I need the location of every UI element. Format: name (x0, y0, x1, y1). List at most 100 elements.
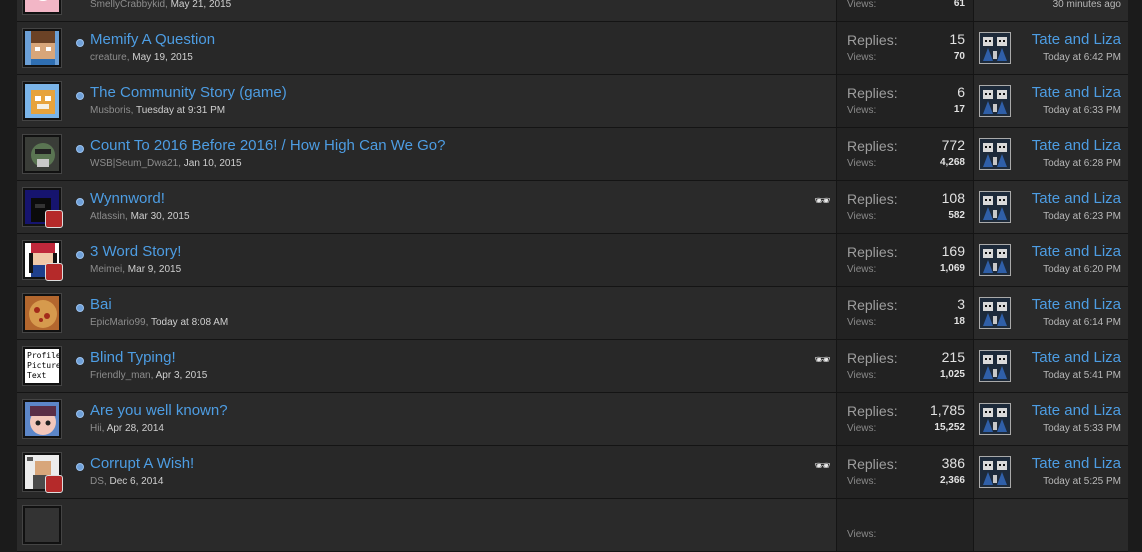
thread-author-link[interactable]: SmellyCrabbykid (90, 0, 165, 10)
last-poster-avatar[interactable] (979, 403, 1011, 435)
glasses-icon: 🕶 (814, 352, 830, 367)
thread-starter-avatar[interactable]: Profile Picture Text (22, 346, 62, 386)
last-poster-link[interactable]: Tate and Liza (1032, 31, 1121, 48)
replies-count: 6 (957, 84, 965, 100)
thread-stats: Replies: 1,785 Views: 15,252 (836, 393, 974, 445)
last-poster-link[interactable]: Tate and Liza (1032, 455, 1121, 472)
thread-starter-avatar[interactable] (22, 81, 62, 121)
last-post-date[interactable]: Today at 6:28 PM (1043, 158, 1121, 169)
thread-list: SmellyCrabbykid, May 21, 2015 Views: 61 … (17, 0, 1128, 552)
thread-stats: Replies: 108 Views: 582 (836, 181, 974, 233)
thread-starter-avatar[interactable] (22, 240, 63, 281)
thread-title-link[interactable]: Count To 2016 Before 2016! / How High Ca… (90, 137, 446, 154)
thread-stats: Replies: 215 Views: 1,025 (836, 340, 974, 392)
last-post-date[interactable]: Today at 5:33 PM (1043, 423, 1121, 434)
last-poster-link[interactable]: Tate and Liza (1032, 296, 1121, 313)
thread-row: Profile Picture Text Blind Typing! Frien… (17, 340, 1128, 393)
thread-row: The Community Story (game) Musboris, Tue… (17, 75, 1128, 128)
thread-title-link[interactable]: The Community Story (game) (90, 84, 287, 101)
thread-author-link[interactable]: creature (90, 52, 127, 63)
thread-title-link[interactable]: 3 Word Story! (90, 243, 181, 260)
thread-start-date: Dec 6, 2014 (109, 476, 164, 487)
thread-title-link[interactable]: Are you well known? (90, 402, 228, 419)
thread-author-link[interactable]: Hii (90, 423, 102, 434)
last-poster-link[interactable]: Tate and Liza (1032, 349, 1121, 366)
thread-author-link[interactable]: Musboris (90, 105, 131, 116)
thread-stats: Replies: 15 Views: 70 (836, 22, 974, 74)
views-count: 15,252 (934, 422, 965, 433)
thread-author-link[interactable]: DS (90, 476, 104, 487)
badge-icon (45, 263, 63, 281)
last-post-date[interactable]: Today at 6:20 PM (1043, 264, 1121, 275)
views-count: 1,025 (939, 369, 965, 380)
views-label: Views: (847, 317, 877, 328)
replies-count: 108 (941, 190, 965, 206)
views-count: 1,069 (939, 263, 965, 274)
thread-title-link[interactable]: Bai (90, 296, 112, 313)
unread-dot-icon (76, 39, 84, 47)
replies-label: Replies: (847, 138, 898, 154)
thread-author-link[interactable]: Atlassin (90, 211, 125, 222)
badge-icon (45, 475, 63, 493)
last-post-date[interactable]: 30 minutes ago (1053, 0, 1121, 10)
thread-meta: WSB|Seum_Dwa21, Jan 10, 2015 (90, 158, 242, 169)
thread-author-link[interactable]: Friendly_man (90, 370, 151, 381)
thread-title-link[interactable]: Wynnword! (90, 190, 165, 207)
views-count: 17 (953, 104, 965, 115)
thread-meta: Hii, Apr 28, 2014 (90, 423, 164, 434)
last-poster-link[interactable]: Tate and Liza (1032, 190, 1121, 207)
thread-author-link[interactable]: WSB|Seum_Dwa21 (90, 158, 178, 169)
thread-starter-avatar[interactable] (22, 452, 63, 493)
last-post-date[interactable]: Today at 6:42 PM (1043, 52, 1121, 63)
replies-label: Replies: (847, 191, 898, 207)
thread-stats: Replies: 6 Views: 17 (836, 75, 974, 127)
last-poster-link[interactable]: Tate and Liza (1032, 137, 1121, 154)
avatar-image (25, 508, 59, 542)
replies-count: 3 (957, 296, 965, 312)
thread-start-date: May 19, 2015 (132, 52, 193, 63)
thread-title-link[interactable]: Corrupt A Wish! (90, 455, 194, 472)
views-label: Views: (847, 423, 877, 434)
thread-starter-avatar[interactable] (22, 399, 62, 439)
last-post-date[interactable]: Today at 5:41 PM (1043, 370, 1121, 381)
replies-label: Replies: (847, 85, 898, 101)
last-poster-avatar[interactable] (979, 32, 1011, 64)
thread-starter-avatar[interactable] (22, 0, 62, 15)
last-poster-avatar[interactable] (979, 350, 1011, 382)
last-post-date[interactable]: Today at 6:14 PM (1043, 317, 1121, 328)
thread-starter-avatar[interactable] (22, 134, 62, 174)
last-post-date[interactable]: Today at 5:25 PM (1043, 476, 1121, 487)
thread-author-link[interactable]: Meimei (90, 264, 122, 275)
thread-row: 3 Word Story! Meimei, Mar 9, 2015 Replie… (17, 234, 1128, 287)
thread-title-link[interactable]: Memify A Question (90, 31, 215, 48)
thread-row: Corrupt A Wish! DS, Dec 6, 2014 🕶 Replie… (17, 446, 1128, 499)
last-poster-avatar[interactable] (979, 456, 1011, 488)
last-poster-avatar[interactable] (979, 297, 1011, 329)
thread-author-link[interactable]: EpicMario99 (90, 317, 146, 328)
last-post-date[interactable]: Today at 6:33 PM (1043, 105, 1121, 116)
unread-dot-icon (76, 357, 84, 365)
unread-dot-icon (76, 251, 84, 259)
views-count: 18 (953, 316, 965, 327)
thread-starter-avatar[interactable] (22, 28, 62, 68)
last-poster-link[interactable]: Tate and Liza (1032, 402, 1121, 419)
thread-start-date: Apr 3, 2015 (155, 370, 208, 381)
thread-starter-avatar[interactable] (22, 505, 62, 545)
thread-stats: Views: 61 (836, 0, 974, 21)
replies-label: Replies: (847, 32, 898, 48)
thread-meta: Friendly_man, Apr 3, 2015 (90, 370, 207, 381)
thread-starter-avatar[interactable] (22, 187, 63, 228)
thread-starter-avatar[interactable] (22, 293, 62, 333)
last-poster-avatar[interactable] (979, 138, 1011, 170)
last-poster-avatar[interactable] (979, 85, 1011, 117)
last-poster-link[interactable]: Tate and Liza (1032, 84, 1121, 101)
avatar-image (25, 296, 59, 330)
last-poster-avatar[interactable] (979, 244, 1011, 276)
last-poster-link[interactable]: Tate and Liza (1032, 243, 1121, 260)
last-post-date[interactable]: Today at 6:23 PM (1043, 211, 1121, 222)
thread-title-link[interactable]: Blind Typing! (90, 349, 176, 366)
last-poster-avatar[interactable] (979, 191, 1011, 223)
views-label: Views: (847, 52, 877, 63)
replies-label: Replies: (847, 403, 898, 419)
thread-row: Memify A Question creature, May 19, 2015… (17, 22, 1128, 75)
